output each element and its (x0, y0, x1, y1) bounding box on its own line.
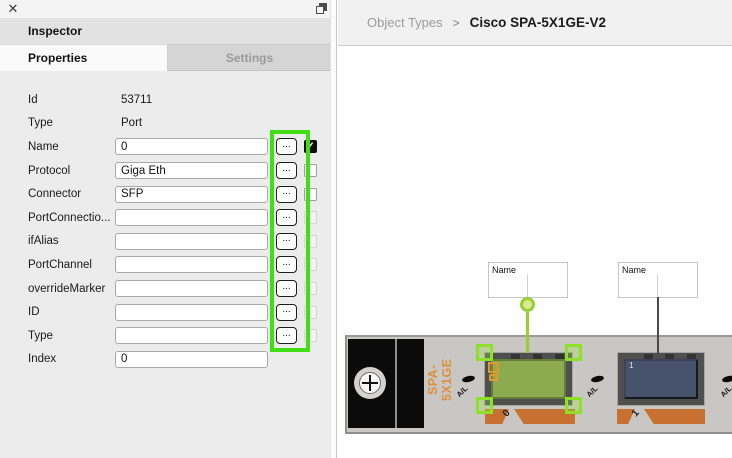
selection-handle-top-left[interactable] (476, 344, 493, 361)
field-label: ID (28, 306, 40, 319)
checkbox[interactable] (304, 329, 317, 343)
breadcrumb: Object Types > Cisco SPA-5X1GE-V2 (367, 15, 606, 30)
sfp-port-0-inner (491, 359, 566, 399)
tab-properties-label: Properties (28, 51, 88, 65)
selection-handle-bottom-left[interactable] (476, 397, 493, 414)
connector-line (657, 297, 659, 353)
connector-anchor-handle[interactable] (520, 297, 535, 312)
field-label: Name (28, 140, 59, 153)
checkbox[interactable] (304, 211, 317, 225)
property-row: ID ... (0, 300, 331, 324)
field-label: Protocol (28, 164, 71, 177)
ellipsis-button[interactable]: ... (276, 209, 297, 227)
ellipsis-button[interactable]: ... (276, 280, 297, 298)
ellipsis-button[interactable]: ... (276, 232, 297, 250)
sfp-port-1[interactable]: 1 (617, 352, 705, 406)
property-row: overrideMarker ... (0, 277, 331, 301)
device-model-label: SPA-5X1GE (426, 358, 454, 402)
field-label: Id (28, 93, 38, 106)
property-row: PortChannel ... (0, 253, 331, 277)
float-window-icon[interactable] (316, 3, 328, 15)
close-icon[interactable]: ✕ (5, 1, 21, 17)
field-label: PortChannel (28, 258, 92, 271)
ellipsis-button[interactable]: ... (276, 327, 297, 345)
property-row: Connector ... (0, 182, 331, 206)
property-row: Index (0, 348, 331, 372)
panel-titlebar: ✕ (0, 0, 336, 18)
property-fields: Id 53711 Type Port Name ... ✓ Protocol .… (0, 88, 331, 371)
field-input[interactable] (115, 303, 268, 321)
checkbox[interactable] (304, 164, 317, 178)
field-value: 53711 (121, 93, 153, 106)
inspector-panel: ✕ Inspector Properties Settings Id 53711 (0, 0, 337, 458)
tab-settings-label: Settings (225, 50, 274, 65)
ellipsis-button[interactable]: ... (276, 162, 297, 180)
checkbox[interactable] (304, 234, 317, 248)
checkbox[interactable] (304, 282, 317, 296)
field-input[interactable] (115, 232, 268, 250)
selection-handle-bottom-right[interactable] (565, 397, 582, 414)
property-row: PortConnectio... ... (0, 206, 331, 230)
canvas-header: Object Types > Cisco SPA-5X1GE-V2 (338, 0, 732, 46)
breadcrumb-separator-icon: > (452, 15, 460, 30)
screw-cross-v (368, 375, 372, 391)
field-input[interactable] (115, 162, 268, 180)
label-connector-line (657, 274, 658, 298)
panel-title: Inspector (28, 24, 83, 38)
tab-settings[interactable]: Settings (168, 44, 331, 71)
faceplate-divider (395, 339, 397, 428)
checkbox[interactable] (304, 305, 317, 319)
selected-connector-line (526, 312, 529, 353)
property-row: Id 53711 (0, 88, 331, 112)
ellipsis-button[interactable]: ... (276, 303, 297, 321)
float-icon-front (316, 6, 324, 14)
field-input[interactable] (115, 185, 268, 203)
panel-header: Inspector (0, 18, 336, 44)
property-row: Type Port (0, 112, 331, 136)
field-label: Index (28, 353, 57, 366)
field-input[interactable] (115, 350, 268, 368)
field-label: Connector (28, 188, 82, 201)
breadcrumb-parent[interactable]: Object Types (367, 15, 443, 30)
checkbox[interactable] (304, 187, 317, 201)
checkbox[interactable] (304, 258, 317, 272)
property-row: Name ... ✓ (0, 135, 331, 159)
application-window: ✕ Inspector Properties Settings Id 53711 (0, 0, 732, 458)
ellipsis-button[interactable]: ... (276, 185, 297, 203)
property-row: Type ... (0, 324, 331, 348)
field-value: Port (121, 117, 143, 130)
name-label-box-0[interactable]: Name (488, 262, 568, 298)
name-label-box-1[interactable]: Name (618, 262, 698, 298)
sfp-port-1-inner: 1 (624, 359, 698, 399)
field-label: PortConnectio... (28, 211, 111, 224)
ellipsis-button[interactable]: ... (276, 138, 297, 156)
field-label: ifAlias (28, 235, 59, 248)
field-input[interactable] (115, 209, 268, 227)
selection-handle-top-right[interactable] (565, 344, 582, 361)
field-input[interactable] (115, 280, 268, 298)
label-connector-line (527, 274, 528, 298)
port-marker (489, 374, 498, 381)
orange-strip (644, 409, 705, 424)
tab-bar: Properties Settings (0, 44, 331, 71)
field-input[interactable] (115, 138, 268, 156)
port-1-number: 1 (629, 361, 634, 370)
field-input[interactable] (115, 327, 268, 345)
field-label: Type (28, 117, 53, 130)
field-label: overrideMarker (28, 282, 106, 295)
property-row: ifAlias ... (0, 230, 331, 254)
check-icon: ✓ (306, 141, 315, 153)
port-marker (488, 362, 499, 373)
property-row: Protocol ... (0, 159, 331, 183)
scrollbar-track[interactable] (330, 0, 336, 458)
ellipsis-button[interactable]: ... (276, 256, 297, 274)
design-canvas[interactable]: SPA-5X1GE 1 A/L A/L A/L 0 1 Name Name (337, 46, 732, 458)
breadcrumb-current: Cisco SPA-5X1GE-V2 (469, 15, 606, 30)
tab-properties[interactable]: Properties (0, 44, 168, 71)
field-label: Type (28, 329, 53, 342)
field-input[interactable] (115, 256, 268, 274)
checkbox[interactable]: ✓ (304, 140, 317, 154)
